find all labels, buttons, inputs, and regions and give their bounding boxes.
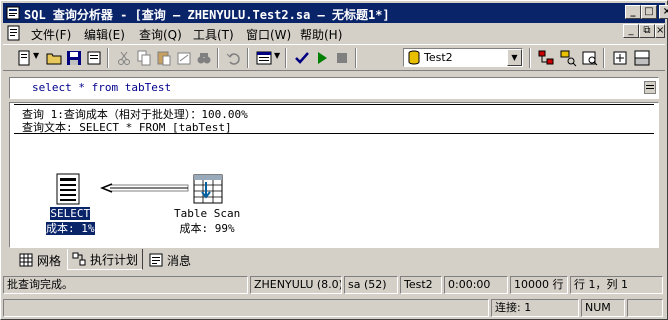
toolbar-separator: [355, 48, 357, 68]
cut-icon[interactable]: [115, 49, 133, 67]
results-divider: [14, 133, 654, 134]
maximize-button[interactable]: □: [641, 5, 657, 19]
table-scan-node-cost: 成本: 99%: [179, 222, 235, 235]
status-connections: 连接: 1: [491, 299, 579, 317]
status-rows: 10000 行: [510, 276, 568, 294]
execute-query-icon[interactable]: [313, 49, 331, 67]
table-scan-node-icon[interactable]: [192, 173, 224, 205]
copy-icon[interactable]: [135, 49, 153, 67]
database-select-value: Test2: [424, 51, 453, 64]
messages-icon: [149, 253, 163, 267]
chevron-down-icon[interactable]: ▼: [507, 49, 522, 66]
menu-edit[interactable]: 编辑(E): [84, 26, 125, 43]
find-icon[interactable]: [195, 49, 213, 67]
mdi-restore-button[interactable]: ⧉: [639, 24, 655, 38]
execution-plan-icon: [72, 252, 86, 266]
options-icon[interactable]: [611, 49, 629, 67]
menu-bar: 文件(F) 编辑(E) 查询(Q) 工具(T) 窗口(W) 帮助(H): [3, 23, 665, 43]
menu-file[interactable]: 文件(F): [31, 26, 71, 43]
tab-messages[interactable]: 消息: [145, 251, 199, 269]
results-tabs: 网格 执行计划 消息: [9, 249, 659, 271]
cancel-query-icon[interactable]: [333, 49, 351, 67]
menu-tools[interactable]: 工具(T): [193, 26, 234, 43]
status-message: 批查询完成。: [3, 276, 248, 294]
status-user: sa (52): [344, 276, 398, 294]
toolbar-separator: [247, 48, 249, 68]
load-script-icon[interactable]: [85, 49, 103, 67]
show-plan-icon[interactable]: [581, 49, 599, 67]
select-node-name: SELECT: [50, 207, 91, 220]
select-node-label[interactable]: SELECT 成本: 1%: [46, 207, 95, 236]
save-icon[interactable]: [65, 49, 83, 67]
tab-grid[interactable]: 网格: [15, 251, 71, 269]
menu-window[interactable]: 窗口(W): [246, 26, 291, 43]
status-blank: [3, 299, 489, 317]
status-elapsed: 0:00:00: [444, 276, 508, 294]
show-results-pane-icon[interactable]: [633, 49, 651, 67]
status-database: Test2: [400, 276, 442, 294]
select-node-cost: 成本: 1%: [46, 222, 95, 235]
title-bar[interactable]: SQL 查询分析器 - [查询 — ZHENYULU.Test2.sa — 无标…: [3, 3, 668, 23]
select-node-icon[interactable]: [54, 173, 82, 205]
toolbar: ▼ ▼ Test2 ▼: [3, 44, 665, 71]
results-mode-dropdown-icon[interactable]: ▼: [274, 51, 280, 60]
mdi-minimize-button[interactable]: _: [623, 24, 639, 38]
menu-help[interactable]: 帮助(H): [300, 26, 342, 43]
undo-icon[interactable]: [225, 49, 243, 67]
toolbar-separator: [107, 48, 109, 68]
query-text[interactable]: select * from tabTest: [32, 81, 171, 94]
table-scan-node-label[interactable]: Table Scan 成本: 99%: [174, 207, 240, 236]
status-extra: [627, 299, 663, 317]
clear-window-icon[interactable]: [175, 49, 193, 67]
results-mode-icon[interactable]: [255, 49, 273, 67]
table-scan-node-name: Table Scan: [174, 207, 241, 220]
window-title: SQL 查询分析器 - [查询 — ZHENYULU.Test2.sa — 无标…: [24, 8, 390, 22]
query-editor[interactable]: select * from tabTest: [9, 77, 659, 99]
object-browser-icon[interactable]: [537, 49, 555, 67]
toolbar-separator: [603, 48, 605, 68]
toolbar-separator: [217, 48, 219, 68]
object-search-icon[interactable]: [559, 49, 577, 67]
new-query-icon[interactable]: [15, 49, 33, 67]
toolbar-separator: [529, 48, 531, 68]
status-server: ZHENYULU (8.0): [250, 276, 342, 294]
results-pane: 查询 1:查询成本（相对于批处理）：100.00% 查询文本: SELECT *…: [9, 102, 659, 248]
database-select[interactable]: Test2 ▼: [403, 48, 523, 67]
status-bar-secondary: 连接: 1 NUM: [3, 298, 665, 318]
menu-query[interactable]: 查询(Q): [139, 26, 182, 43]
paste-icon[interactable]: [155, 49, 173, 67]
status-position: 行 1，列 1: [570, 276, 663, 294]
database-icon: [408, 50, 420, 65]
status-bar: 批查询完成。 ZHENYULU (8.0) sa (52) Test2 0:00…: [3, 275, 665, 295]
parse-query-icon[interactable]: [293, 49, 311, 67]
close-button[interactable]: ×: [659, 5, 668, 19]
toolbar-separator: [285, 48, 287, 68]
status-num-lock: NUM: [581, 299, 625, 317]
grid-icon: [19, 253, 33, 267]
new-dropdown-icon[interactable]: ▼: [33, 51, 39, 60]
open-folder-icon[interactable]: [45, 49, 63, 67]
minimize-button[interactable]: _: [625, 5, 641, 19]
editor-scroll-grip-icon[interactable]: [644, 81, 656, 94]
document-menu-icon[interactable]: [6, 25, 22, 41]
query-analyzer-icon: [6, 6, 20, 20]
application-window: SQL 查询分析器 - [查询 — ZHENYULU.Test2.sa — 无标…: [0, 0, 668, 320]
mdi-close-button[interactable]: ×: [655, 24, 665, 38]
flow-arrow-icon: [100, 183, 189, 193]
tab-execution-plan[interactable]: 执行计划: [67, 249, 143, 270]
results-divider: [14, 104, 654, 105]
